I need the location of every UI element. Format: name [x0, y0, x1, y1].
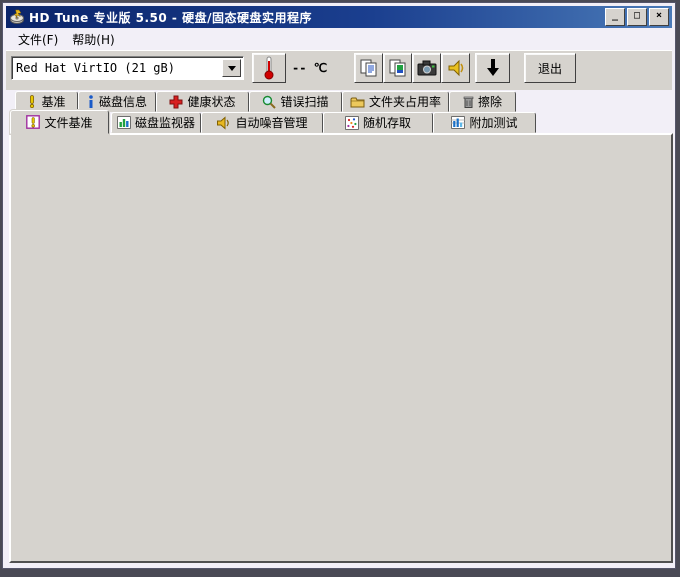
tab-disk-info[interactable]: 磁盘信息: [78, 91, 156, 112]
screenshot-button[interactable]: [412, 53, 441, 83]
magnifier-icon: [262, 95, 276, 109]
temperature-button[interactable]: [252, 53, 286, 83]
speaker-icon: [216, 116, 231, 130]
camera-icon: [417, 60, 437, 76]
tab-error-scan[interactable]: 错误扫描: [249, 91, 342, 112]
drive-select-value: Red Hat VirtIO (21 gB): [16, 61, 175, 75]
drive-select-arrow[interactable]: [222, 59, 241, 77]
info-icon: [87, 95, 95, 108]
acoustic-icon: [446, 58, 466, 78]
tab-benchmark[interactable]: 基准: [15, 91, 78, 112]
copy-text-icon: [359, 58, 379, 78]
minimize-button[interactable]: _: [605, 8, 625, 26]
thermometer-icon: [262, 56, 276, 80]
tab-auto-acoustic[interactable]: 自动噪音管理: [201, 112, 323, 133]
menu-bar: 文件(F) 帮助(H): [6, 29, 672, 50]
file-benchmark-page: [9, 133, 673, 563]
maximize-button[interactable]: □: [627, 8, 647, 26]
benchmark-icon: [27, 95, 37, 108]
tab-folder-usage[interactable]: 文件夹占用率: [342, 91, 449, 112]
app-window: HD Tune 专业版 5.50 - 硬盘/固态硬盘实用程序 _ □ × 文件(…: [2, 2, 676, 569]
menu-file[interactable]: 文件(F): [11, 29, 65, 50]
close-button[interactable]: ×: [649, 8, 669, 26]
copy-text-button[interactable]: [354, 53, 383, 83]
title-bar: HD Tune 专业版 5.50 - 硬盘/固态硬盘实用程序 _ □ ×: [6, 6, 672, 28]
copy-image-button[interactable]: [383, 53, 412, 83]
down-arrow-icon: [485, 58, 501, 78]
extra-tests-icon: [451, 116, 465, 129]
save-results-button[interactable]: [475, 53, 510, 83]
tab-health[interactable]: 健康状态: [156, 91, 249, 112]
drive-select[interactable]: Red Hat VirtIO (21 gB): [11, 56, 244, 80]
copy-image-icon: [388, 58, 408, 78]
random-dots-icon: [345, 116, 359, 130]
tab-random-access[interactable]: 随机存取: [323, 112, 433, 133]
window-title: HD Tune 专业版 5.50 - 硬盘/固态硬盘实用程序: [29, 9, 312, 26]
folder-icon: [350, 96, 365, 108]
health-cross-icon: [169, 95, 183, 109]
app-icon: [9, 9, 25, 25]
acoustic-button[interactable]: [441, 53, 470, 83]
tab-extra-tests[interactable]: 附加测试: [433, 112, 536, 133]
tab-erase[interactable]: 擦除: [449, 91, 516, 112]
trash-icon: [463, 95, 474, 108]
file-benchmark-icon: [26, 115, 40, 129]
bar-monitor-icon: [117, 116, 131, 129]
tab-disk-monitor[interactable]: 磁盘监视器: [111, 112, 201, 133]
temperature-value: -- ℃: [292, 61, 327, 75]
menu-help[interactable]: 帮助(H): [65, 29, 121, 50]
exit-button[interactable]: 退出: [524, 53, 576, 83]
tab-file-benchmark[interactable]: 文件基准: [10, 110, 109, 134]
